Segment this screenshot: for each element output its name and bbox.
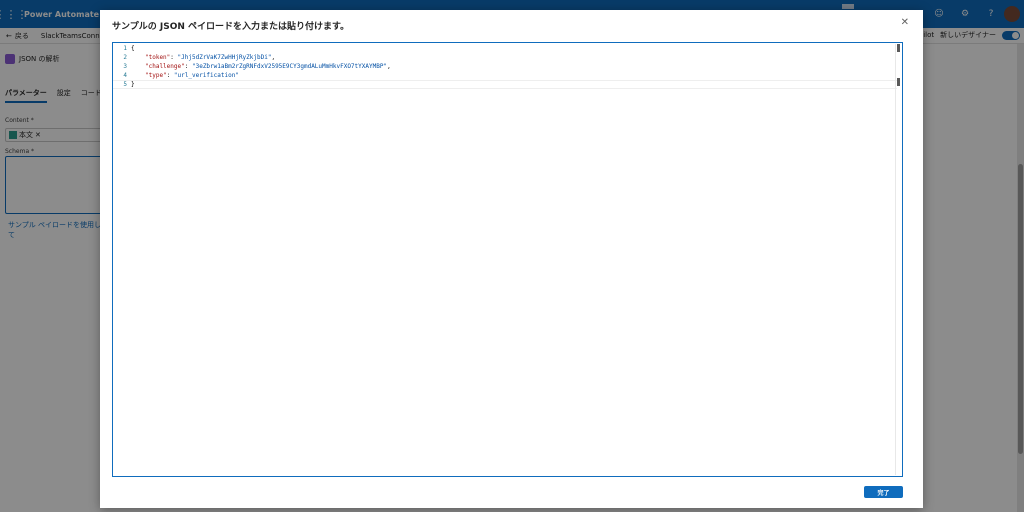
- dialog-title: サンプルの JSON ペイロードを入力または貼り付けます。: [112, 22, 350, 32]
- editor-line: 4 "type": "url_verification": [113, 71, 897, 80]
- line-number: 1: [123, 45, 127, 52]
- done-button[interactable]: 完了: [864, 486, 903, 498]
- line-number: 4: [123, 72, 127, 79]
- line-number: 3: [123, 63, 127, 70]
- line-number: 5: [123, 81, 127, 88]
- editor-cursor-marker: [897, 78, 900, 86]
- code-text: {: [131, 45, 135, 52]
- close-icon[interactable]: ✕: [901, 17, 909, 28]
- json-value: "3eZbrw1aBm2rZgRNFdxV2595E9CY3gmdALuMmHk…: [191, 63, 388, 70]
- editor-scrollbar[interactable]: [895, 44, 901, 475]
- editor-scrollbar-thumb[interactable]: [897, 44, 900, 52]
- json-value: "Jhj5dZrVaK7ZwHHjRyZkjbDi": [177, 54, 272, 61]
- editor-line-current: 5 }: [113, 80, 897, 89]
- code-text: "type": "url_verification": [145, 72, 239, 79]
- json-key: "token": [145, 54, 171, 61]
- json-editor[interactable]: 1 { 2 "token": "Jhj5dZrVaK7ZwHHjRyZkjbDi…: [112, 42, 903, 477]
- editor-line: 1 {: [113, 44, 897, 53]
- sample-payload-dialog: サンプルの JSON ペイロードを入力または貼り付けます。 ✕ 1 { 2 "t…: [100, 10, 923, 508]
- code-text: "token": "Jhj5dZrVaK7ZwHHjRyZkjbDi",: [145, 54, 276, 61]
- json-value: "url_verification": [173, 72, 239, 79]
- editor-line: 3 "challenge": "3eZbrw1aBm2rZgRNFdxV2595…: [113, 62, 897, 71]
- editor-line: 2 "token": "Jhj5dZrVaK7ZwHHjRyZkjbDi",: [113, 53, 897, 62]
- code-text: "challenge": "3eZbrw1aBm2rZgRNFdxV2595E9…: [145, 63, 391, 70]
- line-number: 2: [123, 54, 127, 61]
- code-text: }: [131, 81, 135, 88]
- json-key: "type": [145, 72, 167, 79]
- json-key: "challenge": [145, 63, 185, 70]
